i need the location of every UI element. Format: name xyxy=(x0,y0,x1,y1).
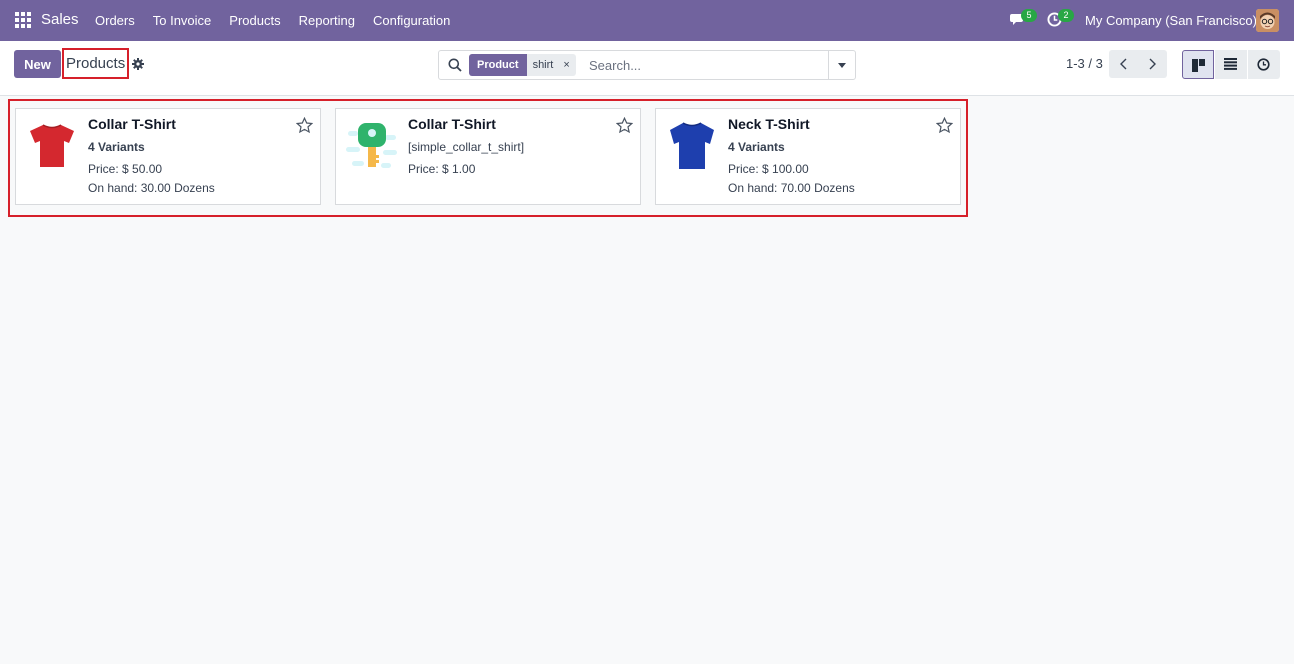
chat-count-badge: 5 xyxy=(1021,9,1037,22)
product-image-placeholder-key xyxy=(346,123,397,168)
activity-view-button[interactable] xyxy=(1248,50,1280,79)
product-variants: 4 Variants xyxy=(88,140,145,154)
product-card[interactable]: Neck T-Shirt 4 Variants Price: $ 100.00 … xyxy=(655,108,961,205)
search-facet: Product shirt × xyxy=(469,54,576,76)
kanban-icon xyxy=(1192,59,1205,72)
list-icon xyxy=(1224,58,1237,70)
product-reference: [simple_collar_t_shirt] xyxy=(408,140,525,154)
facet-label: Product xyxy=(469,54,527,76)
favorite-star-icon[interactable] xyxy=(616,117,633,134)
clock-icon xyxy=(1257,58,1270,71)
kanban-view-button[interactable] xyxy=(1182,50,1214,79)
product-image-red-tshirt xyxy=(30,124,74,167)
search-bar: Product shirt × xyxy=(438,50,856,80)
product-price: Price: $ 1.00 xyxy=(408,162,476,176)
product-price: Price: $ 100.00 xyxy=(728,162,809,176)
favorite-star-icon[interactable] xyxy=(936,117,953,134)
search-options-toggle[interactable] xyxy=(828,51,855,79)
kanban-view: Collar T-Shirt 4 Variants Price: $ 50.00… xyxy=(8,99,968,217)
facet-remove-icon[interactable]: × xyxy=(563,54,569,76)
menu-item-to-invoice[interactable]: To Invoice xyxy=(153,13,212,28)
menu-item-products[interactable]: Products xyxy=(229,13,280,28)
pager-next-button[interactable] xyxy=(1138,50,1167,78)
product-variants: 4 Variants xyxy=(728,140,785,154)
product-on-hand: On hand: 30.00 Dozens xyxy=(88,181,215,195)
main-menu: Orders To Invoice Products Reporting Con… xyxy=(95,13,450,28)
pager-previous-button[interactable] xyxy=(1109,50,1138,78)
breadcrumb: Products xyxy=(62,48,130,79)
control-panel: New Products Product shirt × 1-3 / 3 xyxy=(0,41,1294,96)
pager-value[interactable]: 1-3 / 3 xyxy=(1066,56,1103,71)
search-input[interactable] xyxy=(589,54,827,76)
menu-item-orders[interactable]: Orders xyxy=(95,13,135,28)
gear-icon[interactable] xyxy=(132,58,144,70)
product-on-hand: On hand: 70.00 Dozens xyxy=(728,181,855,195)
list-view-button[interactable] xyxy=(1215,50,1247,79)
product-card[interactable]: Collar T-Shirt 4 Variants Price: $ 50.00… xyxy=(15,108,321,205)
user-avatar[interactable] xyxy=(1256,9,1279,32)
chevron-right-icon xyxy=(1149,58,1156,70)
app-name[interactable]: Sales xyxy=(41,11,79,28)
apps-menu-icon[interactable] xyxy=(15,12,31,28)
facet-value-container: shirt × xyxy=(526,54,576,76)
product-price: Price: $ 50.00 xyxy=(88,162,163,176)
new-button[interactable]: New xyxy=(14,50,61,78)
product-name: Collar T-Shirt xyxy=(408,116,496,132)
search-icon[interactable] xyxy=(448,58,462,72)
product-card[interactable]: Collar T-Shirt [simple_collar_t_shirt] P… xyxy=(335,108,641,205)
product-name: Collar T-Shirt xyxy=(88,116,176,132)
menu-item-reporting[interactable]: Reporting xyxy=(299,13,355,28)
top-navbar: Sales Orders To Invoice Products Reporti… xyxy=(0,0,1294,41)
company-switcher[interactable]: My Company (San Francisco) xyxy=(1085,13,1257,28)
menu-item-configuration[interactable]: Configuration xyxy=(373,13,450,28)
activity-count-badge: 2 xyxy=(1058,9,1074,22)
product-image-blue-tshirt xyxy=(670,122,714,169)
chevron-left-icon xyxy=(1120,58,1127,70)
facet-value: shirt xyxy=(532,59,554,71)
product-name: Neck T-Shirt xyxy=(728,116,810,132)
favorite-star-icon[interactable] xyxy=(296,117,313,134)
